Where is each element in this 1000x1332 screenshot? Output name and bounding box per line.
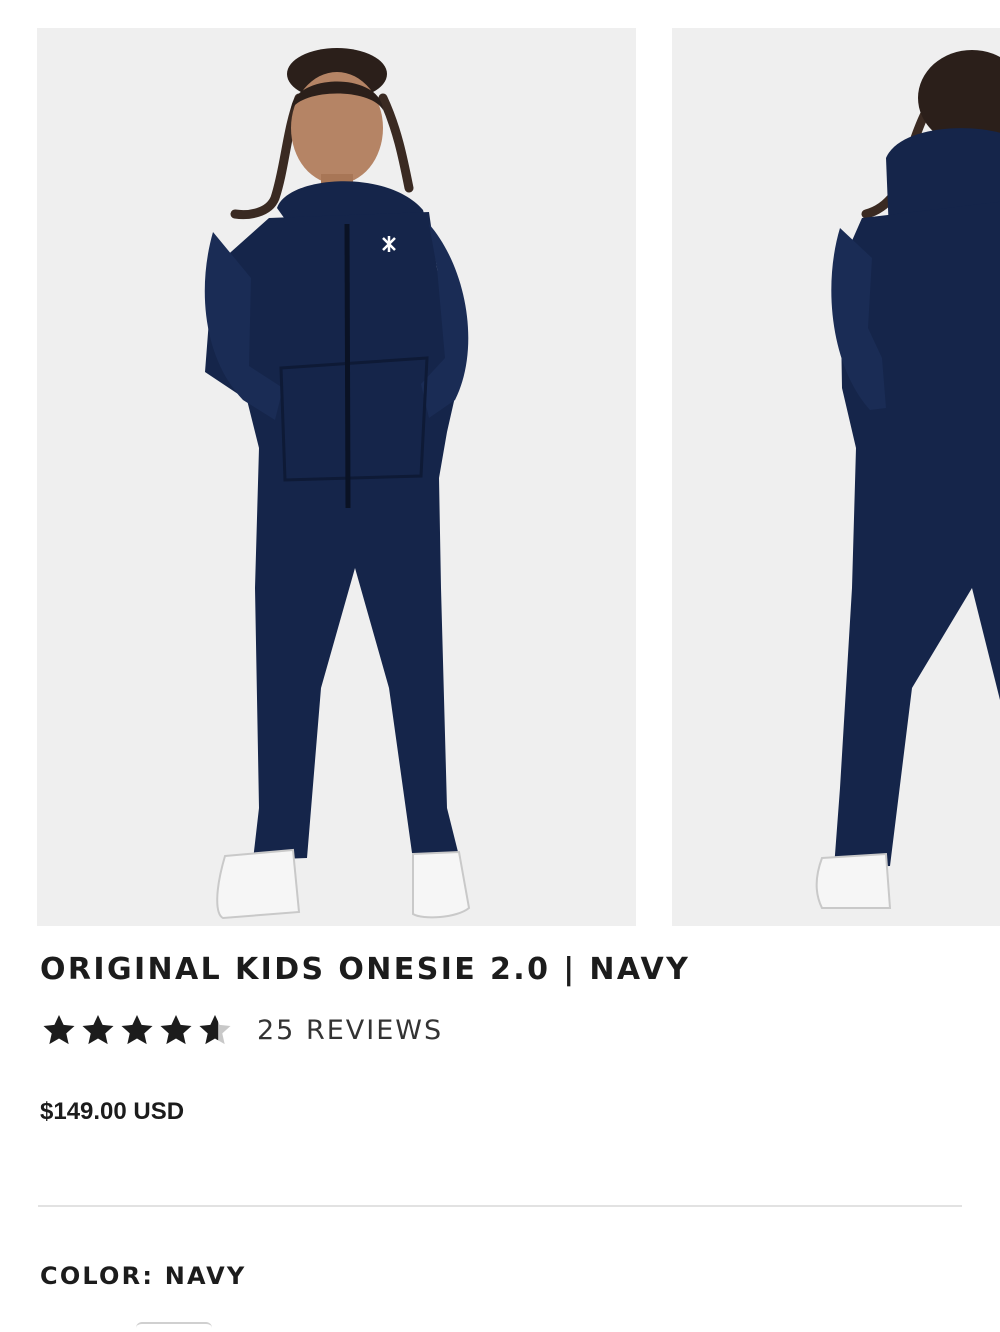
product-price: $149.00 USD [40, 1098, 185, 1125]
model-front-illustration [204, 48, 471, 920]
star-icon [160, 1014, 192, 1045]
star-half-icon [199, 1014, 231, 1045]
color-selection-label: COLOR: NAVY [40, 1262, 247, 1290]
product-image-back[interactable] [672, 28, 1000, 926]
product-title: ORIGINAL KIDS ONESIE 2.0 | NAVY [40, 952, 691, 987]
rating-stars[interactable] [40, 1011, 235, 1049]
star-icon [43, 1014, 75, 1045]
section-divider [38, 1205, 962, 1207]
star-icon [121, 1014, 153, 1045]
color-swatch[interactable] [136, 1322, 212, 1332]
product-gallery[interactable] [0, 0, 1000, 930]
reviews-link[interactable]: 25 REVIEWS [257, 1015, 443, 1046]
star-icon [82, 1014, 114, 1045]
product-image-front[interactable] [37, 28, 636, 926]
color-value: NAVY [164, 1262, 247, 1290]
color-label-prefix: COLOR: [40, 1262, 155, 1290]
model-back-illustration [815, 50, 1000, 909]
product-rating: 25 REVIEWS [40, 1010, 443, 1050]
